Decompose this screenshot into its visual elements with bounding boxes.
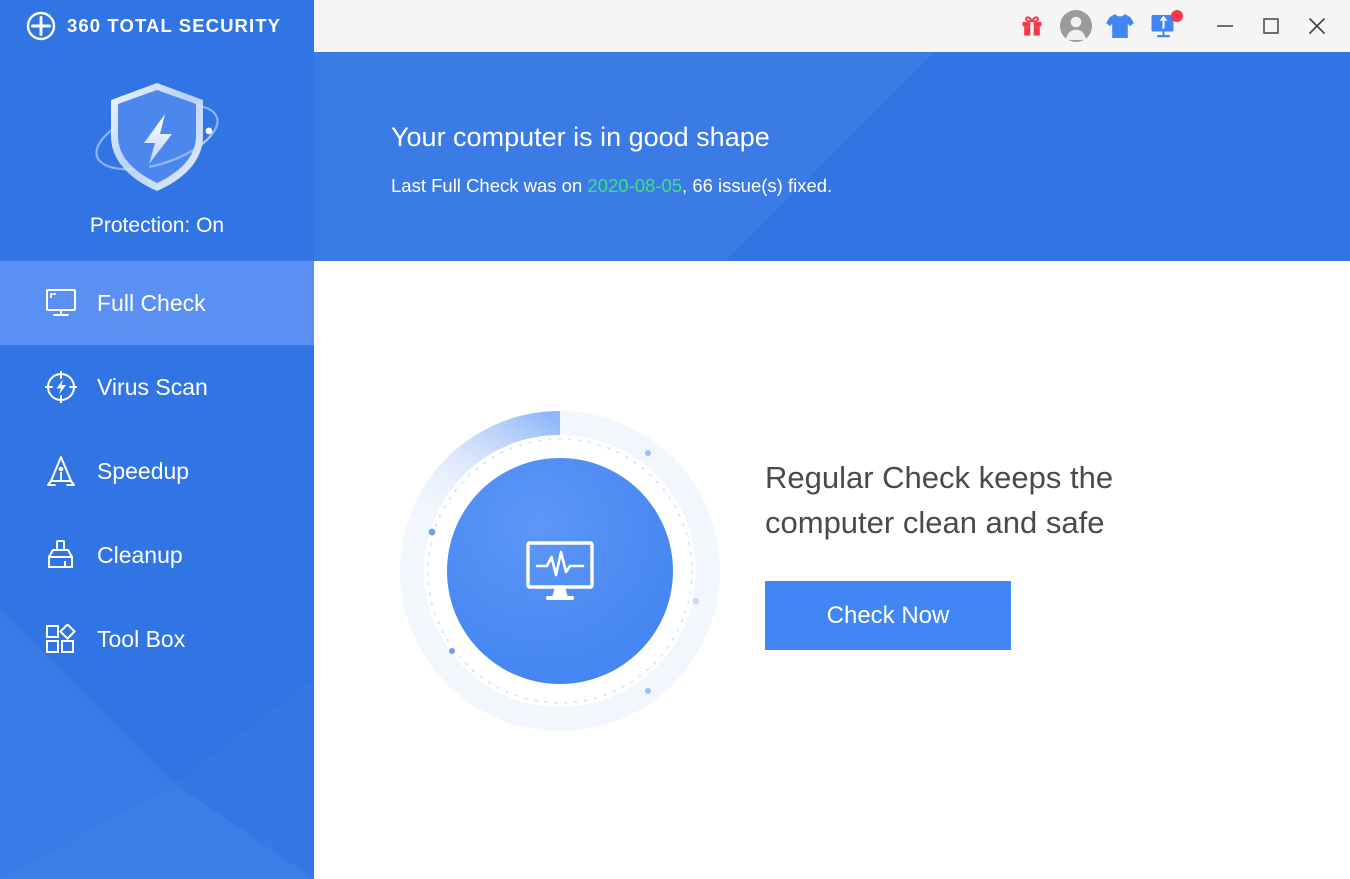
maximize-button[interactable]	[1248, 0, 1294, 52]
promo-line-1: Regular Check keeps the	[765, 455, 1235, 500]
promo-line-2: computer clean and safe	[765, 500, 1235, 545]
gift-icon[interactable]	[1010, 0, 1054, 52]
avatar-icon[interactable]	[1054, 0, 1098, 52]
sidebar-item-tool-box[interactable]: Tool Box	[0, 597, 314, 681]
sidebar-item-label: Cleanup	[97, 542, 183, 569]
sidebar-item-label: Full Check	[97, 290, 206, 317]
status-sub-prefix: Last Full Check was on	[391, 175, 587, 196]
brand-title: 360 TOTAL SECURITY	[67, 15, 281, 37]
status-banner: Your computer is in good shape Last Full…	[314, 52, 1350, 261]
broom-icon	[44, 538, 78, 572]
minimize-button[interactable]	[1202, 0, 1248, 52]
sidebar-item-label: Speedup	[97, 458, 189, 485]
promo-block: Regular Check keeps the computer clean a…	[765, 455, 1235, 650]
check-gauge	[390, 401, 730, 741]
close-button[interactable]	[1294, 0, 1340, 52]
protection-status-label: Protection: On	[90, 214, 224, 238]
titlebar-tools	[1010, 0, 1350, 52]
monitor-heartbeat-icon	[524, 540, 596, 602]
sidebar-item-speedup[interactable]: Speedup	[0, 429, 314, 513]
sidebar-nav: Full Check Virus Scan	[0, 261, 314, 681]
sidebar-item-cleanup[interactable]: Cleanup	[0, 513, 314, 597]
main-content: Regular Check keeps the computer clean a…	[314, 261, 1350, 879]
tshirt-skin-icon[interactable]	[1098, 0, 1142, 52]
plus-circle-icon	[26, 11, 56, 41]
title-bar: 360 TOTAL SECURITY	[0, 0, 1350, 52]
monitor-icon	[44, 286, 78, 320]
notification-badge	[1171, 10, 1183, 22]
sidebar-item-virus-scan[interactable]: Virus Scan	[0, 345, 314, 429]
rocket-icon	[44, 454, 78, 488]
virus-scan-target-icon	[44, 370, 78, 404]
last-check-date: 2020-08-05	[587, 175, 682, 196]
banner-decoration	[314, 52, 1350, 261]
status-sub-suffix: , 66 issue(s) fixed.	[682, 175, 832, 196]
shield-lightning-icon	[77, 74, 237, 200]
toolbox-shapes-icon	[44, 622, 78, 656]
brand-zone: 360 TOTAL SECURITY	[0, 0, 314, 52]
sidebar-item-full-check[interactable]: Full Check	[0, 261, 314, 345]
sidebar-item-label: Tool Box	[97, 626, 185, 653]
app-window: 360 TOTAL SECURITY	[0, 0, 1350, 879]
status-headline: Your computer is in good shape	[391, 122, 770, 153]
protection-status-block: Protection: On	[0, 52, 314, 261]
check-now-button[interactable]: Check Now	[765, 581, 1011, 650]
sidebar-item-label: Virus Scan	[97, 374, 208, 401]
upgrade-icon[interactable]	[1142, 0, 1186, 52]
status-subline: Last Full Check was on 2020-08-05, 66 is…	[391, 175, 832, 197]
sidebar: Protection: On Full Check	[0, 52, 314, 879]
